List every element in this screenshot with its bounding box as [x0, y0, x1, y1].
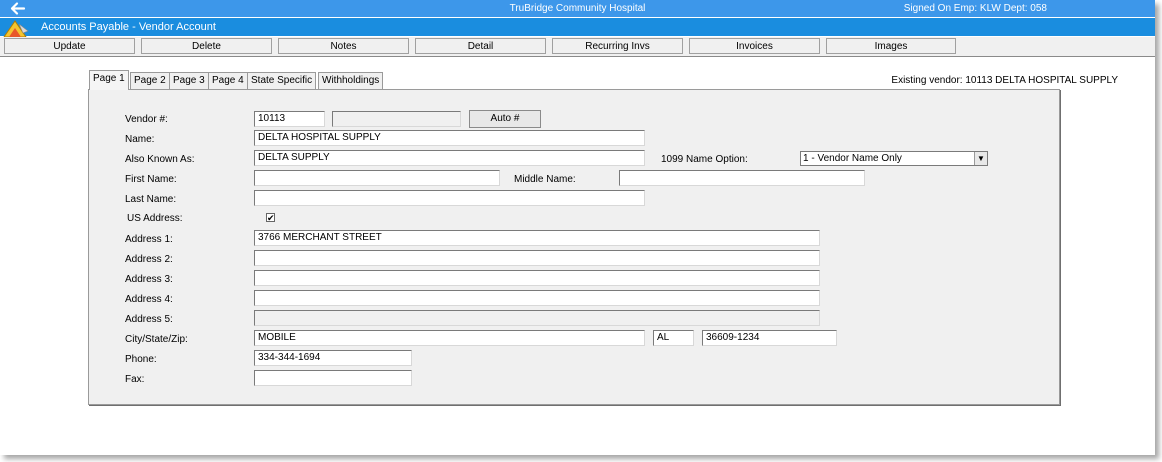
- vendor-number-display: [332, 111, 461, 127]
- address-4-label: Address 4:: [125, 294, 173, 305]
- vendor-form-panel: Vendor #: 10113 Auto # Name: DELTA HOSPI…: [88, 89, 1060, 405]
- address-1-field[interactable]: 3766 MERCHANT STREET: [254, 230, 820, 246]
- signed-on-info: Signed On Emp: KLW Dept: 058: [903, 3, 1047, 14]
- detail-button[interactable]: Detail: [415, 38, 546, 54]
- tab-page-3[interactable]: Page 3: [169, 72, 209, 89]
- address-5-field: [254, 310, 820, 326]
- city-field[interactable]: MOBILE: [254, 330, 645, 346]
- first-name-field[interactable]: [254, 170, 500, 186]
- toolbar: Update Delete Notes Detail Recurring Inv…: [0, 37, 1155, 57]
- city-state-zip-label: City/State/Zip:: [125, 334, 188, 345]
- address-3-label: Address 3:: [125, 274, 173, 285]
- name-option-select[interactable]: 1 - Vendor Name Only ▼: [800, 151, 988, 166]
- phone-field[interactable]: 334-344-1694: [254, 350, 412, 366]
- chevron-down-icon[interactable]: ▼: [974, 152, 987, 165]
- tab-page-1[interactable]: Page 1: [89, 70, 129, 90]
- zip-field[interactable]: 36609-1234: [702, 330, 837, 346]
- middle-name-label: Middle Name:: [514, 174, 576, 185]
- delete-button[interactable]: Delete: [141, 38, 272, 54]
- us-address-label: US Address:: [127, 213, 183, 224]
- update-button[interactable]: Update: [4, 38, 135, 54]
- recurring-invs-button[interactable]: Recurring Invs: [552, 38, 683, 54]
- address-3-field[interactable]: [254, 270, 820, 286]
- tab-page-2[interactable]: Page 2: [130, 72, 170, 89]
- last-name-label: Last Name:: [125, 194, 177, 205]
- address-5-label: Address 5:: [125, 314, 173, 325]
- invoices-button[interactable]: Invoices: [689, 38, 820, 54]
- name-label: Name:: [125, 134, 155, 145]
- vendor-number-field[interactable]: 10113: [254, 111, 325, 127]
- fax-label: Fax:: [125, 374, 145, 385]
- name-field[interactable]: DELTA HOSPITAL SUPPLY: [254, 130, 645, 146]
- fax-field[interactable]: [254, 370, 412, 386]
- address-2-field[interactable]: [254, 250, 820, 266]
- tab-withholdings[interactable]: Withholdings: [318, 72, 384, 89]
- us-address-checkbox[interactable]: ✔: [266, 213, 275, 223]
- tab-page-4[interactable]: Page 4: [208, 72, 248, 89]
- existing-vendor-info: Existing vendor: 10113 DELTA HOSPITAL SU…: [891, 75, 1118, 86]
- tab-state-specific[interactable]: State Specific: [247, 72, 317, 89]
- name-option-value: 1 - Vendor Name Only: [803, 153, 902, 164]
- app-window: TruBridge Community Hospital Signed On E…: [0, 0, 1155, 455]
- notes-button[interactable]: Notes: [278, 38, 409, 54]
- address-2-label: Address 2:: [125, 254, 173, 265]
- images-button[interactable]: Images: [826, 38, 956, 54]
- vendor-number-label: Vendor #:: [125, 114, 168, 125]
- also-known-as-label: Also Known As:: [125, 154, 195, 165]
- title-bar: TruBridge Community Hospital Signed On E…: [0, 0, 1155, 17]
- state-field[interactable]: AL: [653, 330, 694, 346]
- phone-label: Phone:: [125, 354, 157, 365]
- app-logo-icon: [2, 19, 30, 39]
- name-option-label: 1099 Name Option:: [661, 154, 748, 165]
- window-title-bar: Accounts Payable - Vendor Account: [0, 18, 1155, 36]
- window-title: Accounts Payable - Vendor Account: [41, 21, 216, 33]
- checkmark-icon: ✔: [267, 213, 275, 223]
- middle-name-field[interactable]: [619, 170, 865, 186]
- address-4-field[interactable]: [254, 290, 820, 306]
- address-1-label: Address 1:: [125, 234, 173, 245]
- first-name-label: First Name:: [125, 174, 177, 185]
- auto-number-button[interactable]: Auto #: [469, 110, 541, 128]
- also-known-as-field[interactable]: DELTA SUPPLY: [254, 150, 645, 166]
- last-name-field[interactable]: [254, 190, 645, 206]
